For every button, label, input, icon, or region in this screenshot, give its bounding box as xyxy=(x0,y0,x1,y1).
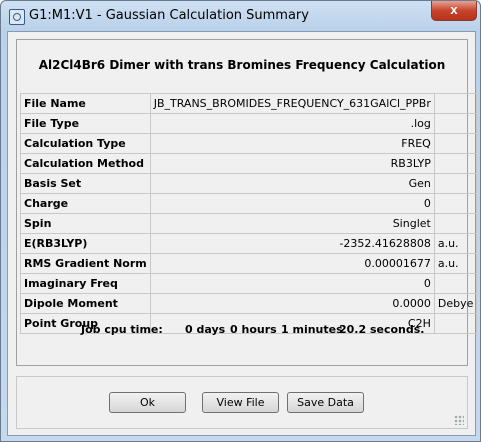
table-row: Calculation Type FREQ xyxy=(20,133,478,154)
row-value: Gen xyxy=(149,173,435,194)
row-unit xyxy=(433,313,478,334)
row-label: Imaginary Freq xyxy=(20,273,151,294)
row-label: Basis Set xyxy=(20,173,151,194)
row-label: E(RB3LYP) xyxy=(20,233,151,254)
row-value: JB_TRANS_BROMIDES_FREQUENCY_631GAlCl_PPB… xyxy=(149,93,435,114)
table-row: RMS Gradient Norm 0.00001677 a.u. xyxy=(20,253,478,274)
row-unit xyxy=(433,193,478,214)
row-unit xyxy=(433,113,478,134)
row-label: File Type xyxy=(20,113,151,134)
row-label: Spin xyxy=(20,213,151,234)
table-row: Spin Singlet xyxy=(20,213,478,234)
cpu-hours: 0 hours xyxy=(230,323,277,336)
cpu-seconds: 20.2 seconds. xyxy=(339,323,425,336)
resize-grip-icon[interactable] xyxy=(454,415,464,425)
cpu-days: 0 days xyxy=(185,323,226,336)
row-label: RMS Gradient Norm xyxy=(20,253,151,274)
summary-heading: Al2Cl4Br6 Dimer with trans Bromines Freq… xyxy=(38,58,446,72)
row-value: FREQ xyxy=(149,133,435,154)
row-value: .log xyxy=(149,113,435,134)
view-file-button[interactable]: View File xyxy=(202,392,279,413)
ok-button[interactable]: Ok xyxy=(109,392,186,413)
app-icon xyxy=(9,9,25,25)
table-row: Imaginary Freq 0 xyxy=(20,273,478,294)
table-row: Charge 0 xyxy=(20,193,478,214)
row-label: Charge xyxy=(20,193,151,214)
row-unit: Debye xyxy=(433,293,478,314)
row-label: Calculation Method xyxy=(20,153,151,174)
row-value: 0 xyxy=(149,273,435,294)
close-button[interactable]: x xyxy=(431,1,477,21)
table-row: Dipole Moment 0.0000 Debye xyxy=(20,293,478,314)
row-unit xyxy=(433,153,478,174)
row-label: Calculation Type xyxy=(20,133,151,154)
cpu-label: Job cpu time: xyxy=(81,323,163,336)
row-value: RB3LYP xyxy=(149,153,435,174)
row-unit: a.u. xyxy=(433,233,478,254)
table-row: Calculation Method RB3LYP xyxy=(20,153,478,174)
table-row: File Type .log xyxy=(20,113,478,134)
row-unit xyxy=(433,273,478,294)
table-row: E(RB3LYP) -2352.41628808 a.u. xyxy=(20,233,478,254)
summary-panel: Al2Cl4Br6 Dimer with trans Bromines Freq… xyxy=(16,39,478,366)
save-data-button[interactable]: Save Data xyxy=(287,392,364,413)
row-unit xyxy=(433,213,478,234)
table-row: Basis Set Gen xyxy=(20,173,478,194)
dialog-body: Al2Cl4Br6 Dimer with trans Bromines Freq… xyxy=(7,31,478,436)
cpu-minutes: 1 minutes xyxy=(281,323,343,336)
row-unit: a.u. xyxy=(433,253,478,274)
table-row: File Name JB_TRANS_BROMIDES_FREQUENCY_631… xyxy=(20,93,478,114)
button-bar: Ok View File Save Data xyxy=(16,376,468,429)
row-value: 0 xyxy=(149,193,435,214)
row-value: Singlet xyxy=(149,213,435,234)
row-label: Dipole Moment xyxy=(20,293,151,314)
row-value: 0.00001677 xyxy=(149,253,435,274)
summary-window: G1:M1:V1 - Gaussian Calculation Summary … xyxy=(0,0,481,442)
row-value: -2352.41628808 xyxy=(149,233,435,254)
row-unit xyxy=(433,133,478,154)
title-bar[interactable]: G1:M1:V1 - Gaussian Calculation Summary … xyxy=(1,1,480,31)
row-unit xyxy=(433,173,478,194)
row-value: 0.0000 xyxy=(149,293,435,314)
row-label: File Name xyxy=(20,93,151,114)
window-title: G1:M1:V1 - Gaussian Calculation Summary xyxy=(29,8,309,23)
row-unit xyxy=(433,93,478,114)
close-icon: x xyxy=(450,2,458,17)
summary-table: File Name JB_TRANS_BROMIDES_FREQUENCY_631… xyxy=(20,93,478,334)
